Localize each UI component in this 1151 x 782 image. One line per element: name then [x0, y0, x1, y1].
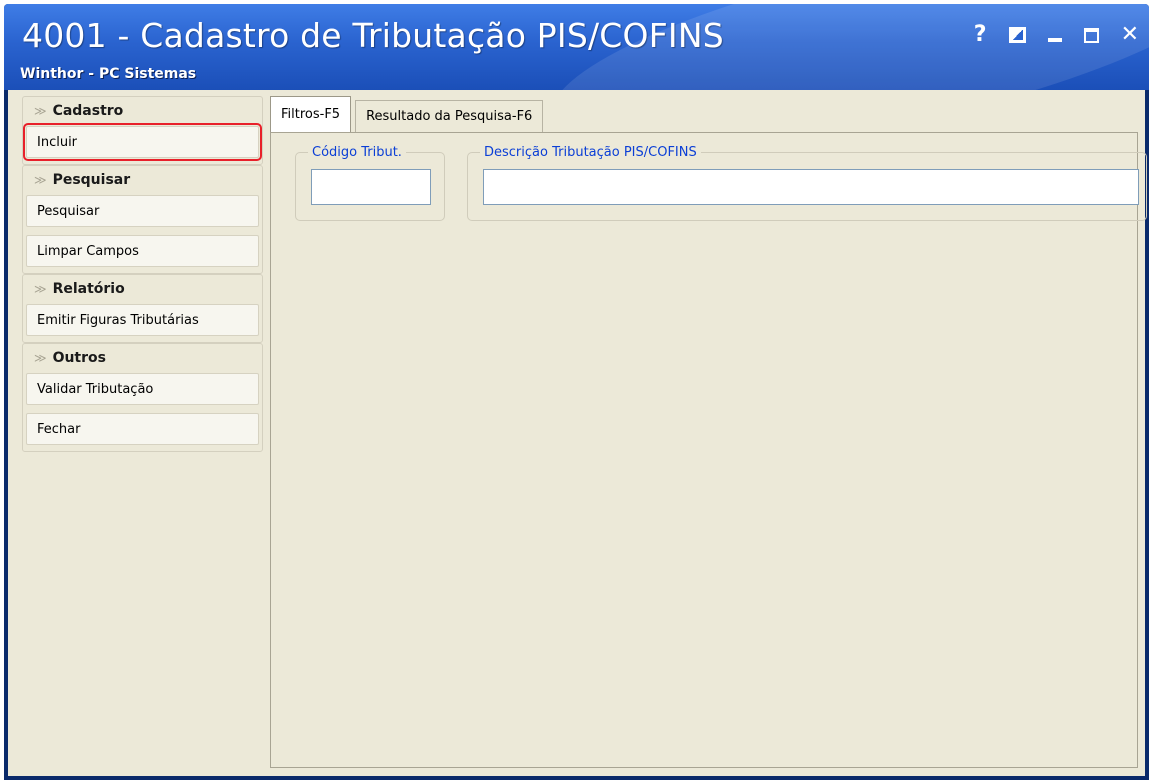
- validar-tributacao-button[interactable]: Validar Tributação: [26, 373, 259, 405]
- group-header-pesquisar[interactable]: ≫ Pesquisar: [24, 166, 261, 194]
- help-button[interactable]: ?: [974, 24, 987, 46]
- chevron-down-icon: ≫: [34, 282, 47, 296]
- descricao-label: Descrição Tributação PIS/COFINS: [484, 145, 697, 160]
- group-cadastro: ≫ Cadastro Incluir: [22, 96, 263, 165]
- client-area: ≫ Cadastro Incluir ≫ Pesquisar Pesquisar…: [8, 90, 1147, 776]
- group-header-cadastro[interactable]: ≫ Cadastro: [24, 97, 261, 125]
- limpar-campos-button[interactable]: Limpar Campos: [26, 235, 259, 267]
- window-title: 4001 - Cadastro de Tributação PIS/COFINS: [22, 16, 724, 55]
- title-bar[interactable]: 4001 - Cadastro de Tributação PIS/COFINS…: [4, 4, 1149, 90]
- incluir-button[interactable]: Incluir: [23, 123, 262, 161]
- tab-filtros[interactable]: Filtros-F5: [270, 96, 352, 132]
- minimize-icon[interactable]: [1047, 38, 1062, 42]
- tab-strip: Filtros-F5 Resultado da Pesquisa-F6: [270, 96, 547, 132]
- pesquisar-button[interactable]: Pesquisar: [26, 195, 259, 227]
- close-button[interactable]: ✕: [1121, 24, 1139, 46]
- emitir-figuras-button[interactable]: Emitir Figuras Tributárias: [26, 304, 259, 336]
- chevron-down-icon: ≫: [34, 173, 47, 187]
- app-window: 4001 - Cadastro de Tributação PIS/COFINS…: [4, 4, 1149, 780]
- chevron-down-icon: ≫: [34, 104, 47, 118]
- window-subtitle: Winthor - PC Sistemas: [20, 66, 197, 82]
- group-relatorio: ≫ Relatório Emitir Figuras Tributárias: [22, 274, 263, 343]
- group-outros: ≫ Outros Validar Tributação Fechar: [22, 343, 263, 452]
- group-title: Cadastro: [52, 103, 124, 119]
- filters-panel: Código Tribut. Descrição Tributação PIS/…: [270, 132, 1147, 768]
- chevron-down-icon: ≫: [34, 351, 47, 365]
- group-header-outros[interactable]: ≫ Outros: [24, 344, 261, 372]
- group-pesquisar: ≫ Pesquisar Pesquisar Limpar Campos: [22, 165, 263, 274]
- group-title: Pesquisar: [52, 172, 131, 188]
- action-sidebar: ≫ Cadastro Incluir ≫ Pesquisar Pesquisar…: [22, 96, 263, 452]
- codigo-input[interactable]: [311, 169, 431, 205]
- tab-resultado[interactable]: Resultado da Pesquisa-F6: [355, 100, 544, 132]
- restore-icon[interactable]: [1008, 27, 1026, 43]
- window-controls: ? ✕: [974, 24, 1139, 46]
- group-title: Outros: [52, 350, 106, 366]
- group-title: Relatório: [52, 281, 125, 297]
- maximize-icon[interactable]: [1083, 27, 1099, 43]
- codigo-label: Código Tribut.: [312, 145, 402, 160]
- descricao-input[interactable]: [483, 169, 1139, 205]
- fechar-button[interactable]: Fechar: [26, 413, 259, 445]
- group-header-relatorio[interactable]: ≫ Relatório: [24, 275, 261, 303]
